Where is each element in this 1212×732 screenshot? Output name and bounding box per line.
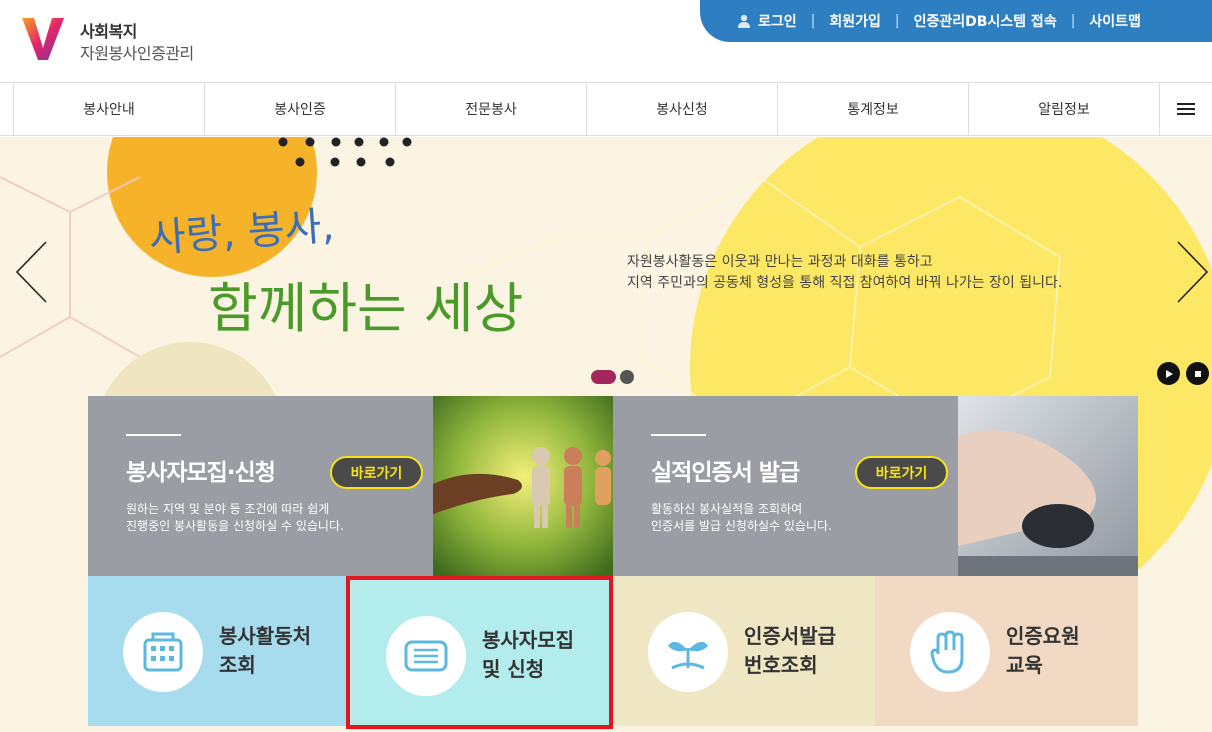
tile-label: 인증요원 교육 — [1006, 624, 1080, 677]
stop-icon — [1194, 370, 1201, 377]
headline-line2: 함께하는 세상 — [208, 277, 523, 340]
hand-icon — [930, 630, 964, 674]
nav-item-guide[interactable]: 봉사안내 — [13, 83, 204, 135]
card-desc-line1: 활동하신 봉사실적을 조회하여 — [651, 502, 803, 516]
sitemap-link[interactable]: 사이트맵 — [1089, 11, 1141, 31]
hero-text-line2: 지역 주민과의 공동체 형성을 통해 직접 참여하여 바꿔 나가는 장이 됩니다… — [627, 275, 1063, 291]
card-title: 실적인증서 발급 — [651, 460, 800, 486]
hero-description: 자원봉사활동은 이웃과 만나는 과정과 대화를 통하고 지역 주민과의 공동체 … — [627, 252, 1062, 294]
sprout-icon — [668, 641, 708, 670]
prev-arrow-icon[interactable] — [14, 240, 48, 304]
divider: | — [894, 13, 900, 29]
logo-title: 사회복지 — [80, 22, 137, 41]
top-links-bar: 로그인 | 회원가입 | 인증관리DB시스템 접속 | 사이트맵 — [700, 0, 1212, 42]
tile-certificate-number[interactable]: 인증서발급 번호조회 — [613, 576, 875, 726]
card-desc-line2: 인증서를 발급 신청하실수 있습니다. — [651, 519, 832, 533]
v-logo-icon — [22, 18, 64, 60]
building-icon — [143, 632, 183, 672]
nav-item-statistics[interactable]: 통계정보 — [777, 83, 968, 135]
card-description: 활동하신 봉사실적을 조회하여 인증서를 발급 신청하실수 있습니다. — [651, 501, 832, 535]
play-icon — [1165, 369, 1173, 378]
db-system-link[interactable]: 인증관리DB시스템 접속 — [914, 11, 1057, 31]
nav-item-apply[interactable]: 봉사신청 — [586, 83, 777, 135]
certificate-issue-card: 실적인증서 발급 바로가기 활동하신 봉사실적을 조회하여 인증서를 발급 신청… — [613, 396, 958, 576]
card-desc-line2: 진행중인 봉사활동을 신청하실 수 있습니다. — [126, 519, 344, 533]
tile-icon-circle — [648, 612, 728, 692]
go-button[interactable]: 바로가기 — [330, 456, 423, 489]
tile-staff-education[interactable]: 인증요원 교육 — [875, 576, 1138, 726]
hands-photo — [433, 396, 613, 576]
card-underline — [126, 434, 181, 436]
next-arrow-icon[interactable] — [1176, 240, 1210, 304]
slide-dot-active[interactable] — [591, 370, 616, 384]
tile-icon-circle — [123, 612, 203, 692]
divider: | — [1070, 13, 1076, 29]
menu-button[interactable] — [1159, 83, 1212, 135]
person-icon — [738, 14, 750, 28]
card-description: 원하는 지역 및 분야 등 조건에 따라 쉽게 진행중인 봉사활동을 신청하실 … — [126, 501, 344, 535]
card-title: 봉사자모집·신청 — [126, 460, 276, 486]
selection-highlight — [346, 576, 613, 729]
tile-icon-circle — [910, 612, 990, 692]
header: 사회복지 자원봉사인증관리 로그인 | 회원가입 | 인증관리DB시스템 접속 … — [0, 0, 1212, 82]
login-label: 로그인 — [758, 14, 797, 30]
card-underline — [651, 434, 706, 436]
main-nav: 봉사안내 봉사인증 전문봉사 봉사신청 통계정보 알림정보 — [0, 82, 1212, 136]
tile-volunteer-place[interactable]: 봉사활동처 조회 — [88, 576, 346, 726]
logo-subtitle: 자원봉사인증관리 — [80, 44, 194, 63]
nav-item-notice[interactable]: 알림정보 — [968, 83, 1159, 135]
tile-label: 봉사활동처 조회 — [219, 624, 311, 677]
stop-button[interactable] — [1186, 362, 1209, 385]
hamburger-icon — [1177, 100, 1195, 118]
nav-item-expert[interactable]: 전문봉사 — [395, 83, 586, 135]
card-desc-line1: 원하는 지역 및 분야 등 조건에 따라 쉽게 — [126, 502, 330, 516]
play-button[interactable] — [1157, 362, 1180, 385]
go-button[interactable]: 바로가기 — [855, 456, 948, 489]
login-link[interactable]: 로그인 — [738, 11, 797, 31]
signup-link[interactable]: 회원가입 — [829, 11, 881, 31]
site-logo[interactable]: 사회복지 자원봉사인증관리 — [20, 14, 220, 64]
slide-dot[interactable] — [620, 370, 634, 384]
hero-text-line1: 자원봉사활동은 이웃과 만나는 과정과 대화를 통하고 — [627, 254, 933, 270]
tile-label: 인증서발급 번호조회 — [744, 624, 836, 677]
volunteer-recruit-card: 봉사자모집·신청 바로가기 원하는 지역 및 분야 등 조건에 따라 쉽게 진행… — [88, 396, 433, 576]
nav-item-certification[interactable]: 봉사인증 — [204, 83, 395, 135]
divider: | — [810, 13, 816, 29]
mouse-photo — [958, 396, 1138, 576]
slide-indicator — [591, 370, 634, 384]
